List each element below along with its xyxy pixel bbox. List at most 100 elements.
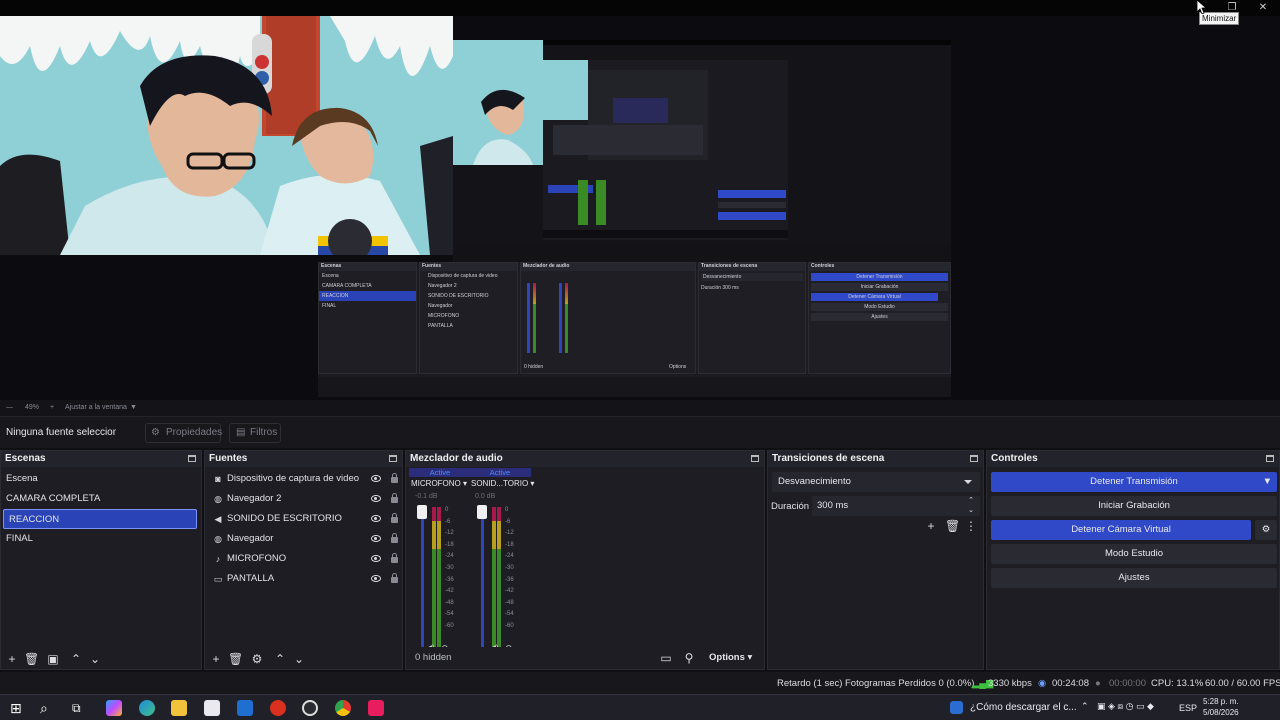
gear-icon[interactable]: ⚙ <box>250 652 264 666</box>
task-view-icon[interactable]: ⧉ <box>72 700 88 716</box>
dock-float-icon[interactable] <box>751 455 759 462</box>
channel-name[interactable]: MICROFONO ▾ <box>411 479 467 488</box>
mixer-layout-icon[interactable]: ▭ <box>659 651 673 665</box>
scene-item[interactable]: FINAL <box>1 529 201 549</box>
stop-stream-label: Detener Transmisión <box>1090 476 1178 487</box>
chrome-icon[interactable] <box>335 700 351 716</box>
fit-window-label[interactable]: Ajustar a la ventana <box>65 404 127 411</box>
eye-icon[interactable] <box>371 555 381 562</box>
lock-icon[interactable] <box>391 573 398 583</box>
cpu-usage: CPU: 13.1% <box>1151 678 1204 689</box>
news-widget-text[interactable]: ¿Cómo descargar el c... <box>970 702 1077 713</box>
settings-button[interactable]: Ajustes <box>991 568 1277 588</box>
duration-input[interactable]: 300 ms ⌃ ⌄ <box>812 496 980 516</box>
zoom-level: 49% <box>25 404 40 411</box>
lock-icon[interactable] <box>391 493 398 503</box>
fader-handle[interactable] <box>417 505 427 519</box>
add-transition-icon[interactable]: + <box>924 519 938 533</box>
dock-float-icon[interactable] <box>1266 455 1274 462</box>
chevron-down-icon[interactable]: ▼ <box>130 404 137 411</box>
more-options-icon[interactable]: ⋮ <box>964 519 978 533</box>
volume-fader[interactable] <box>421 507 424 647</box>
trash-icon[interactable]: 🗑 <box>945 519 960 533</box>
scene-item[interactable]: CAMARA COMPLETA <box>1 489 201 509</box>
file-explorer-icon[interactable] <box>171 700 187 716</box>
windows-taskbar: ⊞ ⌕ ⧉ ¿Cómo descargar el c... ⌃ ▣ ◈ ⧈ ◷ … <box>0 694 1280 720</box>
source-item[interactable]: ◙ Dispositivo de captura de video <box>205 469 402 489</box>
source-item[interactable]: ◍ Navegador 2 <box>205 489 402 509</box>
add-scene-icon[interactable]: + <box>5 652 19 666</box>
outlook-icon[interactable] <box>237 700 253 716</box>
chevron-up-icon[interactable]: ⌃ <box>1081 701 1089 712</box>
eye-icon[interactable] <box>371 515 381 522</box>
dock-float-icon[interactable] <box>970 455 978 462</box>
lock-icon[interactable] <box>391 533 398 543</box>
zoom-out-icon[interactable]: — <box>6 404 13 411</box>
mouse-cursor-icon <box>1197 0 1207 14</box>
tray-app-icons[interactable]: ▣ ◈ ⧈ ◷ ▭ ◆ <box>1097 701 1154 712</box>
lock-icon[interactable] <box>391 553 398 563</box>
studio-mode-button[interactable]: Modo Estudio <box>991 544 1277 564</box>
stop-virtual-camera-button[interactable]: Detener Cámara Virtual <box>991 520 1251 540</box>
eye-icon[interactable] <box>371 495 381 502</box>
zoom-in-icon[interactable]: + <box>50 404 54 411</box>
source-item[interactable]: ▭ PANTALLA <box>205 569 402 589</box>
channel-name[interactable]: SONID...TORIO ▾ <box>471 479 534 488</box>
scenes-dock: Escenas Escena CAMARA COMPLETA REACCION … <box>0 450 202 670</box>
properties-button[interactable]: ⚙ Propiedades <box>145 423 222 443</box>
source-item[interactable]: ◀ SONIDO DE ESCRITORIO <box>205 509 402 529</box>
fader-handle[interactable] <box>477 505 487 519</box>
filters-button[interactable]: ▤ Filtros <box>229 423 281 443</box>
trash-icon[interactable]: 🗑 <box>228 652 243 666</box>
clock-date[interactable]: 5/08/2026 <box>1203 708 1239 717</box>
nested-ctrl: Iniciar Grabación <box>811 283 948 291</box>
chevron-down-icon[interactable]: ▼ <box>1263 472 1272 492</box>
program-preview[interactable]: Escenas Escena CAMARA COMPLETA REACCION … <box>0 16 1280 400</box>
nested-duration-value: 300 ms <box>722 285 739 291</box>
add-source-icon[interactable]: + <box>209 652 223 666</box>
transition-select[interactable]: Desvanecimiento <box>772 472 980 492</box>
eye-icon[interactable] <box>371 575 381 582</box>
copilot-icon[interactable] <box>106 700 122 716</box>
source-item[interactable]: ♪ MICROFONO <box>205 549 402 569</box>
stop-stream-button[interactable]: Detener Transmisión ▼ <box>991 472 1277 492</box>
capcut-icon[interactable] <box>368 700 384 716</box>
scene-filters-icon[interactable]: ▣ <box>46 652 60 666</box>
options-button[interactable]: Options ▾ <box>709 652 752 663</box>
lock-icon[interactable] <box>391 513 398 523</box>
clock-time[interactable]: 5:28 p. m. <box>1203 697 1239 706</box>
move-up-icon[interactable]: ⌃ <box>273 652 287 666</box>
volume-fader[interactable] <box>481 507 484 647</box>
eye-icon[interactable] <box>371 475 381 482</box>
scene-item[interactable]: Escena <box>1 469 201 489</box>
obs-icon[interactable] <box>302 700 318 716</box>
link-icon[interactable]: ⚲ <box>682 651 696 665</box>
source-item[interactable]: ◍ Navegador <box>205 529 402 549</box>
spin-icon[interactable]: ⌃ ⌄ <box>968 496 974 516</box>
start-recording-button[interactable]: Iniciar Grabación <box>991 496 1277 516</box>
channel-name-text: MICROFONO <box>411 479 461 488</box>
edge-icon[interactable] <box>139 700 155 716</box>
move-up-icon[interactable]: ⌃ <box>69 652 83 666</box>
language-indicator[interactable]: ESP <box>1179 703 1197 713</box>
nested-sources-title: Fuentes <box>420 263 517 271</box>
start-windows-icon[interactable]: ⊞ <box>10 700 26 716</box>
news-icon[interactable] <box>950 701 963 714</box>
gear-icon[interactable]: ⚙ <box>1255 520 1277 540</box>
app-red-icon[interactable] <box>270 700 286 716</box>
search-icon[interactable]: ⌕ <box>40 700 56 716</box>
level-meter <box>432 507 436 647</box>
trash-icon[interactable]: 🗑 <box>24 652 39 666</box>
move-down-icon[interactable]: ⌄ <box>88 652 102 666</box>
eye-icon[interactable] <box>371 535 381 542</box>
move-down-icon[interactable]: ⌄ <box>292 652 306 666</box>
lock-icon[interactable] <box>391 473 398 483</box>
scene-item-selected[interactable]: REACCION <box>3 509 197 529</box>
dock-float-icon[interactable] <box>188 455 196 462</box>
speaker-icon: ◀ <box>214 514 222 524</box>
dock-float-icon[interactable] <box>389 455 397 462</box>
store-icon[interactable] <box>204 700 220 716</box>
close-icon[interactable]: ✕ <box>1256 1 1270 15</box>
stream-icon: ◉ <box>1038 678 1047 689</box>
level-meter <box>497 507 501 647</box>
